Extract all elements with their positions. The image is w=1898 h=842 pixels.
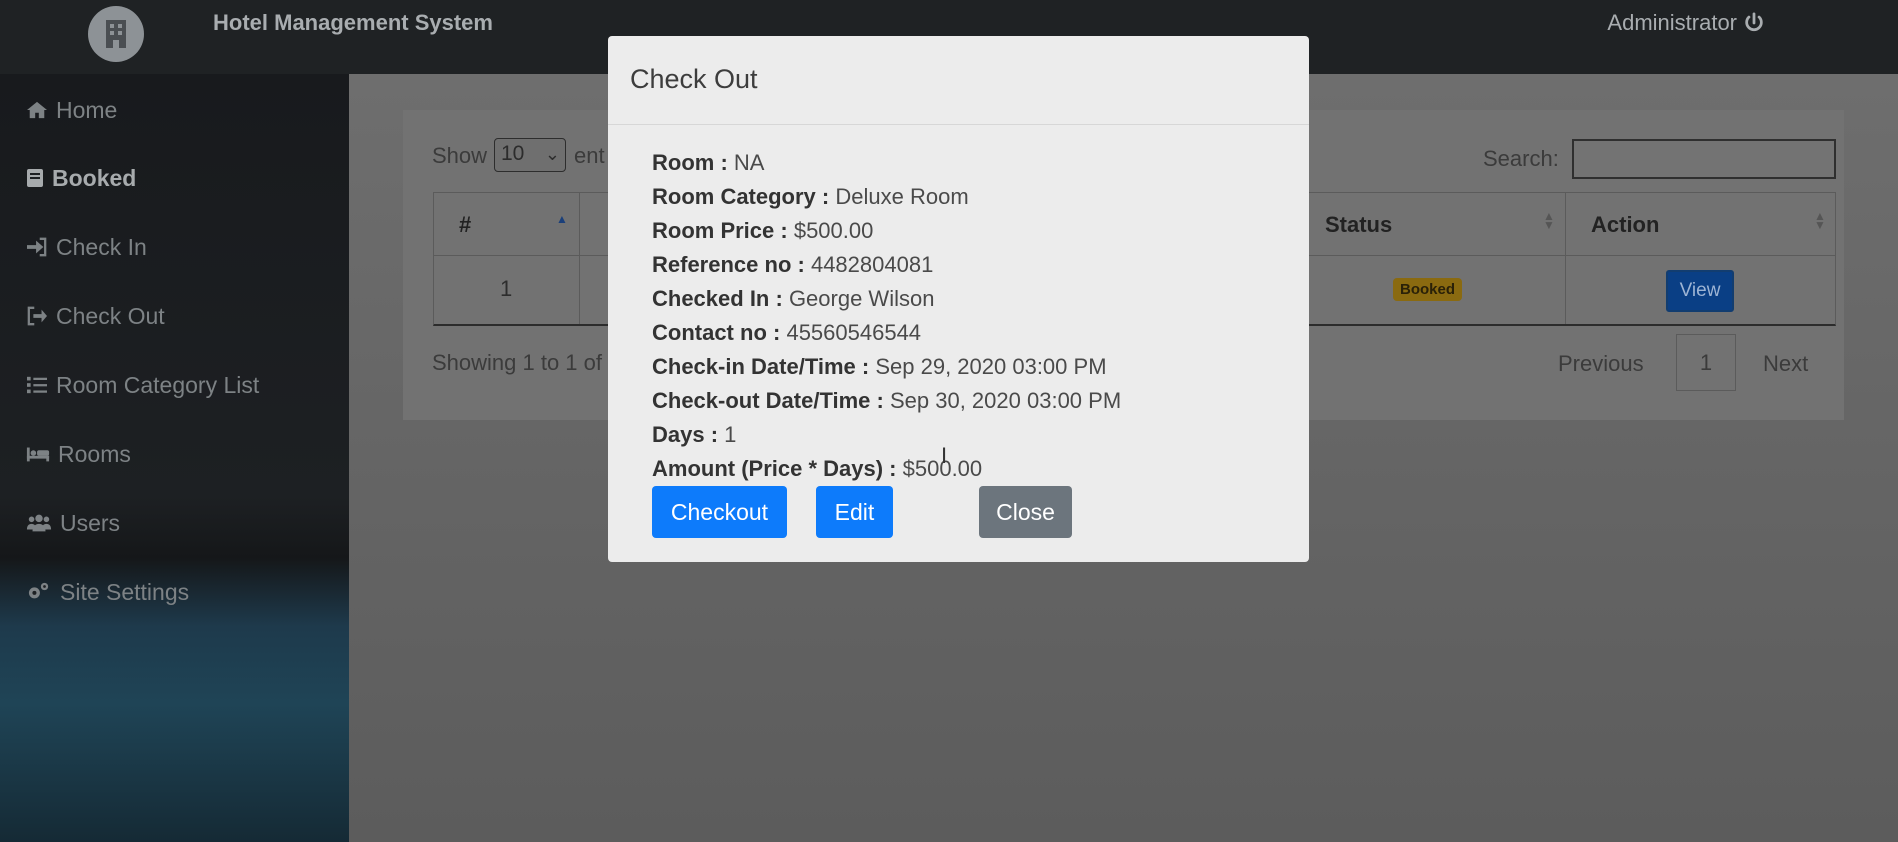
app-title: Hotel Management System bbox=[213, 10, 493, 35]
user-name: Administrator bbox=[1607, 10, 1737, 35]
search-label: Search: bbox=[1483, 146, 1559, 171]
modal-title: Check Out bbox=[630, 64, 758, 94]
sort-icon: ▲ ▼ bbox=[1543, 209, 1555, 232]
sidebar-item-label: Site Settings bbox=[60, 578, 190, 605]
book-icon bbox=[27, 169, 43, 187]
column-header-number[interactable]: # bbox=[459, 212, 471, 238]
entries-per-page-select[interactable]: 10 ⌄ bbox=[494, 138, 566, 172]
hotel-logo-icon bbox=[88, 6, 144, 62]
detail-reference-no: Reference no : 4482804081 bbox=[652, 252, 934, 277]
sidebar-item-home[interactable]: Home bbox=[26, 90, 117, 130]
sidebar-item-label: Check In bbox=[56, 233, 147, 260]
detail-check-out-datetime: Check-out Date/Time : Sep 30, 2020 03:00… bbox=[652, 388, 1122, 413]
detail-room-price: Room Price : $500.00 bbox=[652, 218, 874, 243]
sidebar-item-users[interactable]: Users bbox=[26, 503, 120, 543]
detail-days: Days : 1 bbox=[652, 422, 737, 447]
detail-check-in-datetime: Check-in Date/Time : Sep 29, 2020 03:00 … bbox=[652, 354, 1107, 379]
view-button[interactable]: View bbox=[1666, 270, 1734, 312]
checkout-modal: Check Out Room : NA Room Category : Delu… bbox=[608, 36, 1309, 562]
list-icon bbox=[27, 376, 47, 394]
detail-room: Room : NA bbox=[652, 150, 765, 175]
sidebar-item-label: Booked bbox=[52, 164, 137, 191]
bed-icon bbox=[26, 447, 50, 462]
sidebar-item-label: Rooms bbox=[58, 440, 131, 467]
edit-button[interactable]: Edit bbox=[816, 486, 893, 538]
sort-icon: ▲ ▼ bbox=[1814, 209, 1826, 232]
close-button[interactable]: Close bbox=[979, 486, 1072, 538]
sidebar-item-label: Check Out bbox=[56, 302, 165, 329]
pagination-next[interactable]: Next bbox=[1763, 351, 1808, 377]
sidebar-item-site-settings[interactable]: Site Settings bbox=[26, 572, 189, 612]
sign-in-icon bbox=[27, 237, 47, 257]
sidebar-item-rooms[interactable]: Rooms bbox=[26, 434, 131, 474]
search-input[interactable] bbox=[1572, 139, 1836, 179]
row-number: 1 bbox=[500, 276, 513, 301]
users-icon bbox=[26, 514, 52, 532]
sidebar-item-check-in[interactable]: Check In bbox=[26, 227, 147, 267]
sidebar-item-label: Home bbox=[56, 96, 118, 123]
table-info: Showing 1 to 1 of bbox=[432, 350, 603, 375]
status-badge: Booked bbox=[1393, 278, 1463, 301]
text-cursor-icon: I bbox=[941, 443, 948, 468]
cogs-icon bbox=[28, 582, 49, 599]
detail-room-category: Room Category : Deluxe Room bbox=[652, 184, 969, 209]
checkout-button[interactable]: Checkout bbox=[652, 486, 787, 538]
user-menu[interactable]: Administrator bbox=[1607, 10, 1765, 36]
sidebar-item-label: Users bbox=[60, 509, 121, 536]
show-entries-label: Show bbox=[432, 143, 488, 168]
home-icon bbox=[27, 101, 47, 119]
sort-asc-icon: ▲ bbox=[556, 212, 568, 226]
sign-out-icon bbox=[27, 306, 47, 326]
chevron-down-icon: ⌄ bbox=[544, 144, 560, 164]
pagination-previous[interactable]: Previous bbox=[1558, 351, 1644, 377]
sidebar-item-label: Room Category List bbox=[56, 371, 260, 398]
detail-contact-no: Contact no : 45560546544 bbox=[652, 320, 922, 345]
detail-checked-in: Checked In : George Wilson bbox=[652, 286, 935, 311]
pagination-page-1[interactable]: 1 bbox=[1676, 334, 1736, 391]
detail-amount: Amount (Price * Days) : $500.00 bbox=[652, 456, 983, 481]
power-icon[interactable] bbox=[1743, 12, 1765, 34]
column-header-status[interactable]: Status bbox=[1325, 212, 1392, 238]
sidebar-item-room-category-list[interactable]: Room Category List bbox=[26, 365, 259, 405]
sidebar-item-booked[interactable]: Booked bbox=[26, 158, 136, 198]
sidebar-item-check-out[interactable]: Check Out bbox=[26, 296, 165, 336]
entries-label-tail: ent bbox=[574, 143, 605, 168]
modal-header: Check Out bbox=[608, 36, 1309, 125]
column-header-action[interactable]: Action bbox=[1591, 212, 1659, 238]
